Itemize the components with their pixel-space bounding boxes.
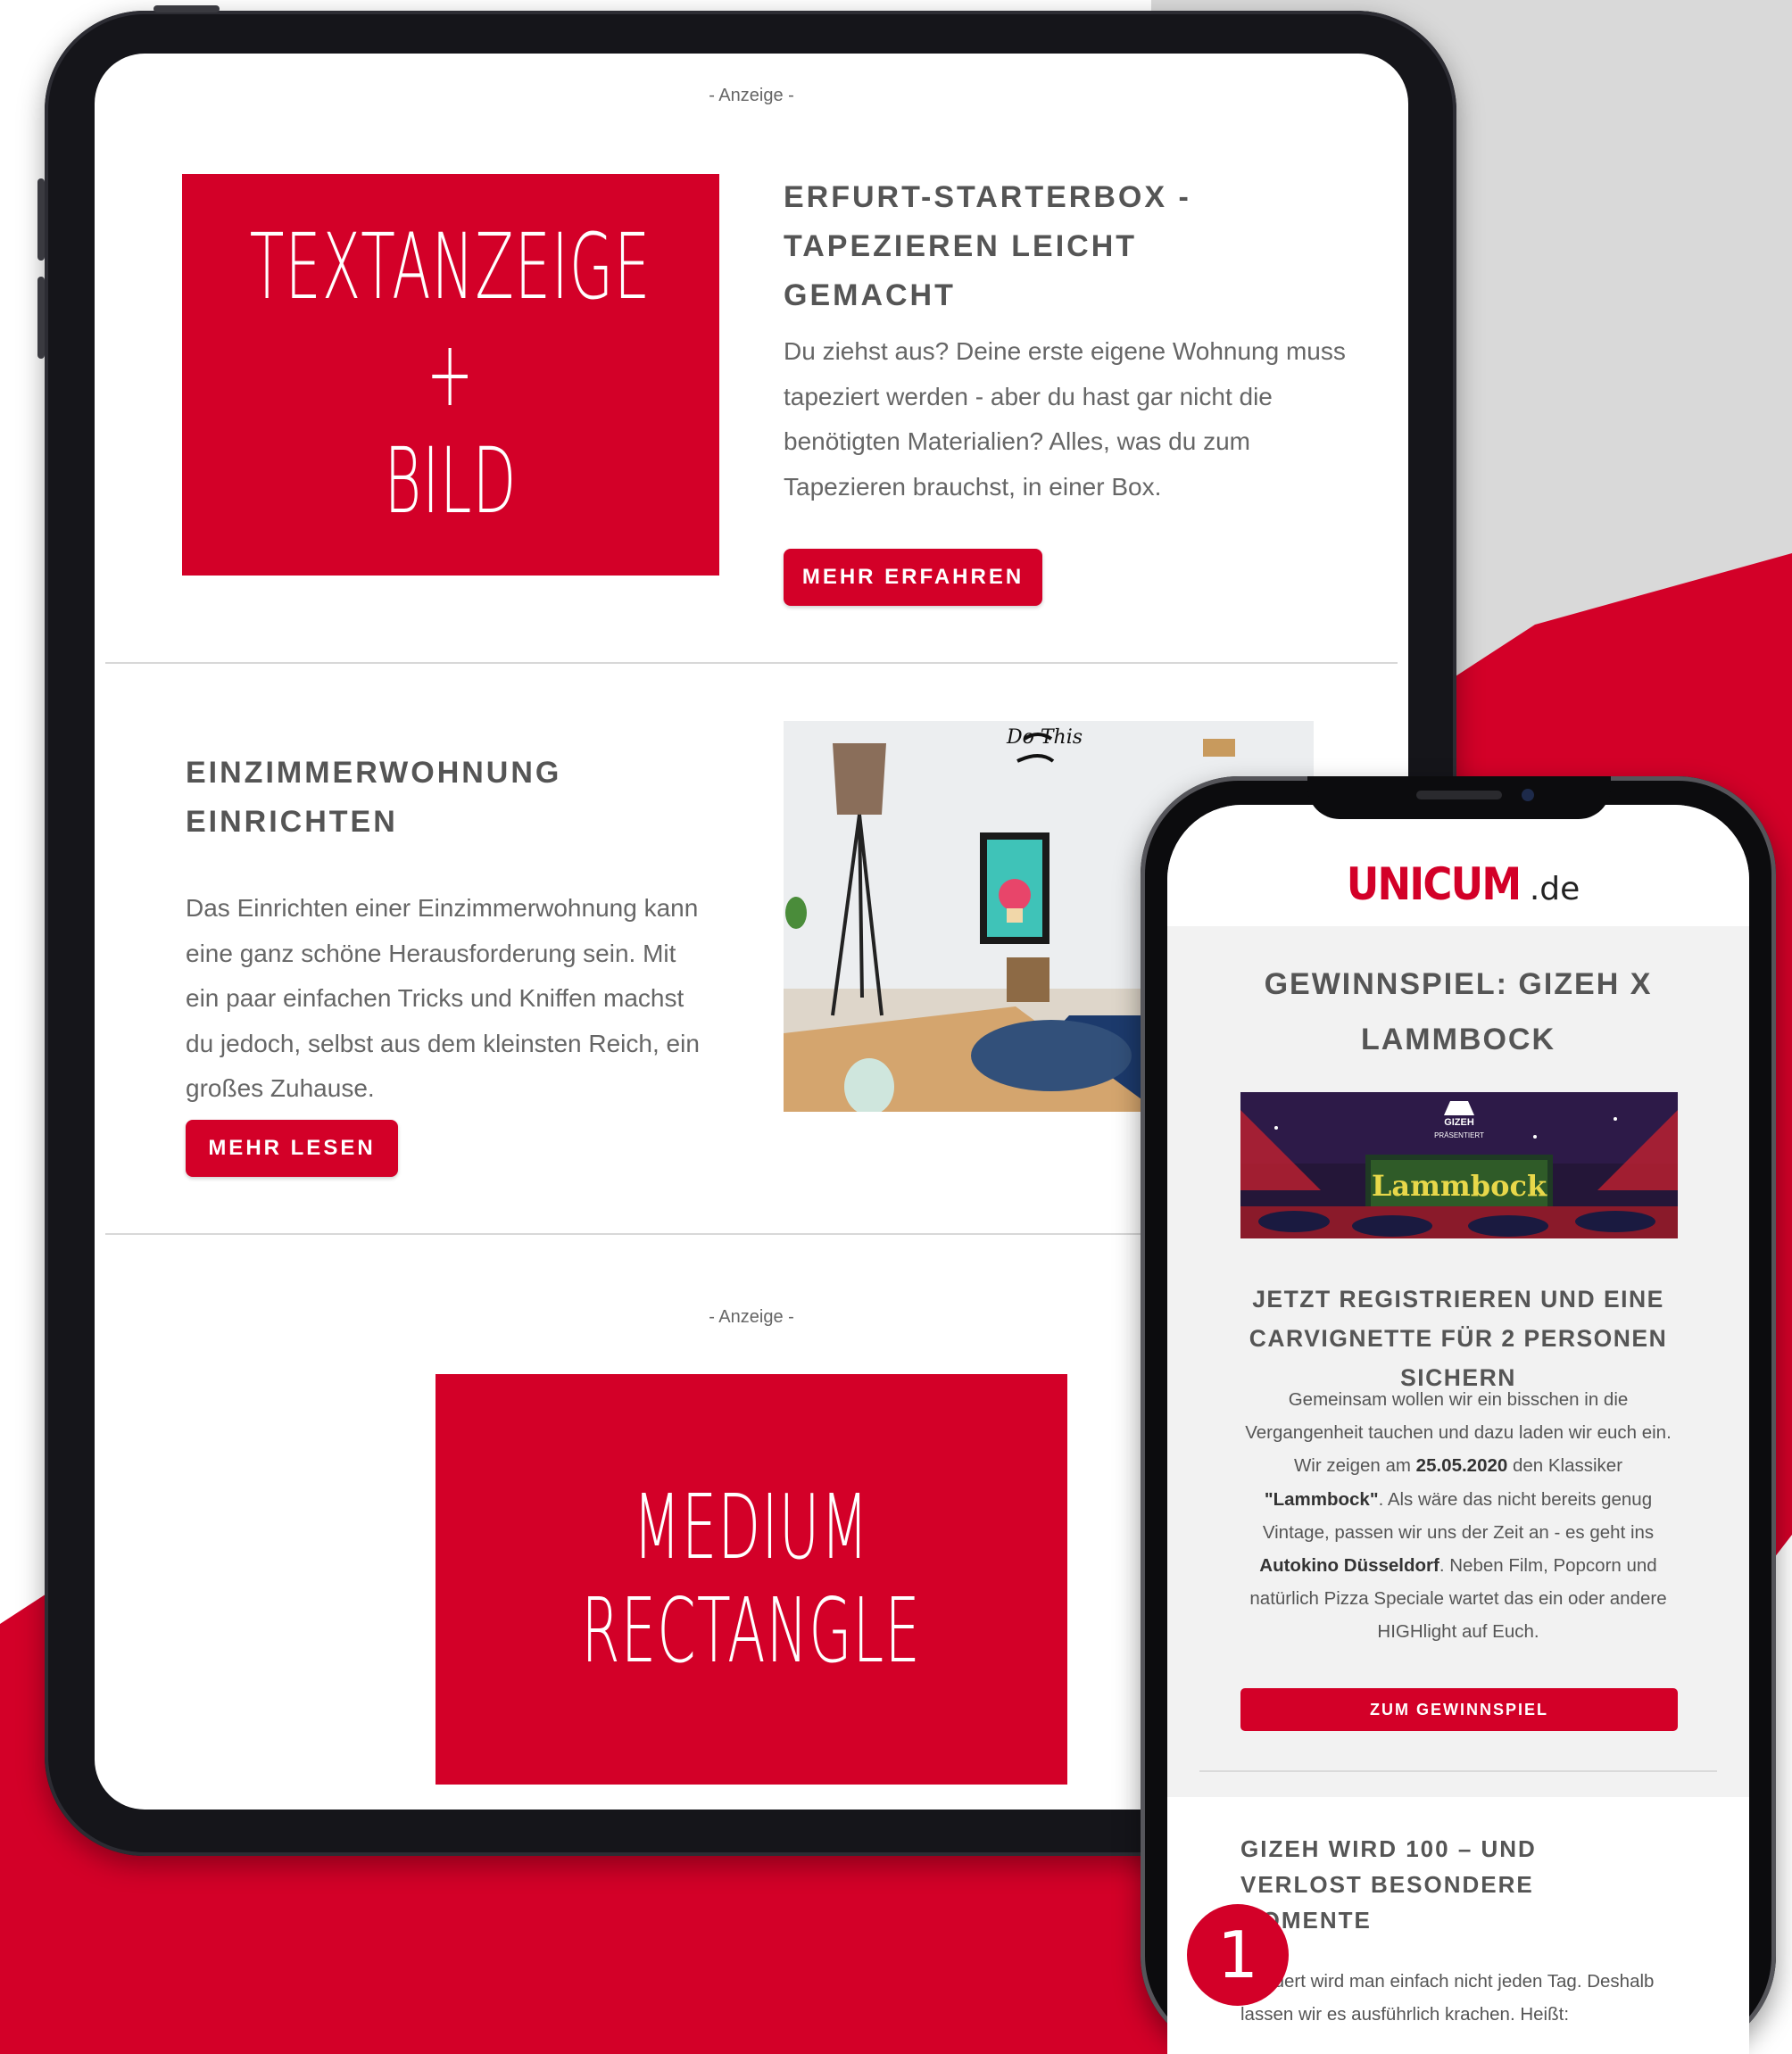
body-part2: den Klassiker (1507, 1455, 1623, 1477)
tablet-volume-up-button (37, 178, 45, 261)
mehr-lesen-button[interactable]: MEHR LESEN (186, 1120, 398, 1177)
phone-article2-body: Hundert wird man einfach nicht jeden Tag… (1240, 1971, 1655, 2025)
phone-screen: UNICUM .de GEWINNSPIEL: GIZEH X LAMMBOCK … (1167, 805, 1749, 2054)
medium-rectangle-line2: RECTANGLE (581, 1578, 922, 1683)
article1-body: Du ziehst aus? Deine erste eigene Wohnun… (784, 337, 1346, 501)
unicum-logo-suffix: .de (1529, 871, 1580, 907)
mehr-erfahren-button[interactable]: MEHR ERFAHREN (784, 549, 1042, 606)
text-ad-line2: + (426, 321, 476, 427)
phone-camera (1522, 789, 1534, 801)
ad-label-top: - Anzeige - (709, 86, 794, 105)
gizeh-lammbock-banner[interactable]: GIZEH PRÄSENTIERT Lammbock (1240, 1092, 1678, 1238)
number-badge: 1 (1187, 1904, 1289, 2006)
body-film: "Lammbock" (1264, 1488, 1379, 1510)
text-ad-line3: BILD (384, 428, 518, 534)
medium-rectangle-placeholder[interactable]: MEDIUM RECTANGLE (436, 1374, 1067, 1785)
body-date: 25.05.2020 (1415, 1455, 1508, 1477)
text-ad-placeholder[interactable]: TEXTANZEIGE + BILD (182, 174, 719, 576)
phone-divider (1199, 1770, 1717, 1772)
section-divider-1 (105, 662, 1398, 664)
phone-speaker (1416, 791, 1502, 799)
article2-title[interactable]: EINZIMMERWOHNUNG EINRICHTEN (186, 749, 685, 847)
banner-brand: GIZEH (1444, 1117, 1474, 1128)
zum-gewinnspiel-button[interactable]: ZUM GEWINNSPIEL (1240, 1688, 1678, 1731)
phone-notch (1307, 776, 1611, 819)
medium-rectangle-line1: MEDIUM (633, 1475, 870, 1579)
phone-subtitle: JETZT REGISTRIEREN UND EINE CARVIGNETTE … (1249, 1286, 1668, 1391)
banner-subtitle: PRÄSENTIERT (1434, 1131, 1484, 1139)
banner-illustration (1240, 1092, 1678, 1238)
phone-page-title: GEWINNSPIEL: GIZEH X LAMMBOCK (1264, 967, 1653, 1056)
phone-article2-title[interactable]: GIZEH WIRD 100 – UND VERLOST BESONDERE M… (1240, 1831, 1580, 1938)
phone-device: UNICUM .de GEWINNSPIEL: GIZEH X LAMMBOCK … (1141, 776, 1776, 2054)
article1-title[interactable]: ERFURT-STARTERBOX - TAPEZIEREN LEICHT GE… (784, 173, 1283, 320)
phone-body-text: Gemeinsam wollen wir ein bisschen in die… (1240, 1383, 1676, 1649)
tablet-volume-down-button (37, 277, 45, 359)
article2-body: Das Einrichten einer Einzimmerwohnung ka… (186, 894, 700, 1102)
unicum-logo-main: UNICUM (1346, 858, 1522, 910)
body-venue: Autokino Düsseldorf (1259, 1555, 1439, 1577)
banner-screen-text: Lammbock (1371, 1169, 1547, 1203)
tablet-top-button (153, 5, 220, 12)
text-ad-line1: TEXTANZEIGE (250, 214, 651, 320)
unicum-logo[interactable]: UNICUM .de (1167, 858, 1749, 910)
room-photo-wall-text: Do This (1007, 726, 1083, 749)
